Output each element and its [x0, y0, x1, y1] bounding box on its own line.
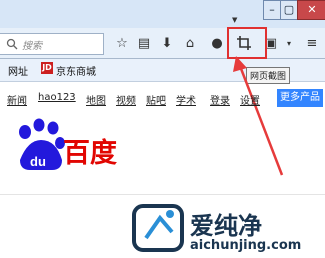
watermark-url-text: aichunjing.com — [190, 238, 302, 253]
watermark-logo — [132, 204, 184, 252]
watermark-cn-text: 爱纯净 — [190, 212, 262, 240]
